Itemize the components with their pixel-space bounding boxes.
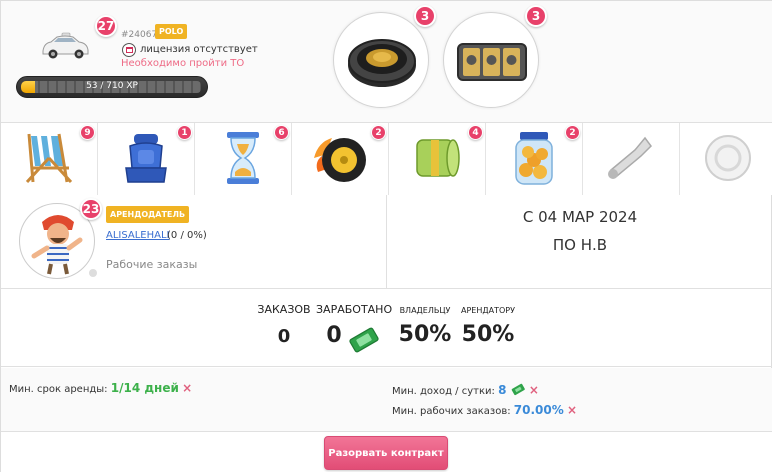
item-count-badge: 9 xyxy=(80,125,95,140)
min-term-label: Мин. срок аренды: xyxy=(9,384,108,395)
items-row: 9 1 6 2 4 2 xyxy=(1,123,772,195)
period-end: ПО Н.В xyxy=(552,236,608,254)
item-beach-chair[interactable]: 9 xyxy=(1,123,98,195)
min-income-condition: Мин. доход / сутки: 8 × xyxy=(392,381,539,397)
item-empty[interactable] xyxy=(680,123,772,195)
item-hourglass[interactable]: 6 xyxy=(195,123,292,195)
remove-min-orders-button[interactable]: × xyxy=(567,403,577,417)
orders-value: 0 xyxy=(277,326,291,347)
min-income-value: 8 xyxy=(498,383,507,397)
horn-icon xyxy=(608,136,652,179)
slot-subwoofer[interactable] xyxy=(333,12,429,108)
hourglass-icon xyxy=(227,132,259,184)
renter-share-label: АРЕНДАТОРУ xyxy=(461,306,515,315)
money-ticket-icon xyxy=(511,383,525,396)
license-icon xyxy=(122,43,136,57)
item-count-badge: 6 xyxy=(274,125,289,140)
slot-count-badge: 3 xyxy=(414,5,436,27)
beach-chair-icon xyxy=(25,133,73,184)
item-car-seat[interactable]: 1 xyxy=(98,123,195,195)
item-count-badge: 4 xyxy=(468,125,483,140)
owner-share-label: ВЛАДЕЛЬЦУ xyxy=(399,306,451,315)
min-orders-label: Мин. рабочих заказов: xyxy=(392,406,511,417)
min-term-value: 1/14 дней xyxy=(110,381,179,395)
license-warning[interactable]: Необходимо пройти ТО xyxy=(121,58,244,69)
earned-label: ЗАРАБОТАНО xyxy=(316,303,393,316)
item-money-roll[interactable]: 4 xyxy=(389,123,486,195)
min-orders-condition: Мин. рабочих заказов: 70.00% × xyxy=(392,403,577,417)
min-income-label: Мин. доход / сутки: xyxy=(392,386,495,397)
online-status-dot xyxy=(89,269,97,277)
break-contract-button[interactable]: Разорвать контракт xyxy=(324,436,448,470)
flaming-wheel-icon xyxy=(314,138,366,182)
xp-text: 53 / 710 XP xyxy=(86,81,138,91)
item-count-badge: 2 xyxy=(371,125,386,140)
owner-share: (0 / 0%) xyxy=(167,230,207,241)
work-orders-label: Рабочие заказы xyxy=(106,258,198,271)
subwoofer-icon xyxy=(348,39,416,87)
taxi-car-icon[interactable] xyxy=(39,31,91,61)
earned-value: 0 xyxy=(326,323,342,348)
owner-share-value: 50% xyxy=(398,322,452,347)
empty-slot-icon xyxy=(705,135,751,181)
stats-section xyxy=(1,289,772,367)
car-seat-icon xyxy=(125,134,167,183)
item-coin-jar[interactable]: 2 xyxy=(486,123,583,195)
item-horn[interactable] xyxy=(583,123,680,195)
orders-label: ЗАКАЗОВ xyxy=(257,303,311,316)
owner-name-link[interactable]: ALISALEHALI xyxy=(106,230,170,241)
item-count-badge: 1 xyxy=(177,125,192,140)
money-ticket-icon xyxy=(349,327,379,353)
car-model-tag: POLO xyxy=(155,24,188,39)
renter-share-value: 50% xyxy=(461,322,515,347)
xp-progress-bar: 53 / 710 XP xyxy=(16,76,208,98)
min-term-condition: Мин. срок аренды: 1/14 дней × xyxy=(9,381,192,395)
license-status: лицензия отсутствует xyxy=(140,44,258,55)
item-count-badge: 2 xyxy=(565,125,580,140)
conditions-section xyxy=(1,368,772,432)
item-flaming-wheel[interactable]: 2 xyxy=(292,123,389,195)
slot-machine[interactable] xyxy=(443,12,539,108)
owner-level-badge: 23 xyxy=(80,198,102,220)
period-start: С 04 МАР 2024 xyxy=(522,208,638,226)
contract-panel: 27 #240675 POLO лицензия отсутствует Нео… xyxy=(0,0,772,472)
money-roll-icon xyxy=(416,139,460,177)
slot-machine-icon xyxy=(457,43,527,81)
car-level-badge: 27 xyxy=(95,15,117,37)
min-orders-value: 70.00% xyxy=(513,403,564,417)
coin-jar-icon xyxy=(515,132,553,185)
owner-role-tag: АРЕНДОДАТЕЛЬ xyxy=(106,206,190,223)
remove-min-term-button[interactable]: × xyxy=(182,381,192,395)
remove-min-income-button[interactable]: × xyxy=(529,383,539,397)
slot-count-badge: 3 xyxy=(525,5,547,27)
